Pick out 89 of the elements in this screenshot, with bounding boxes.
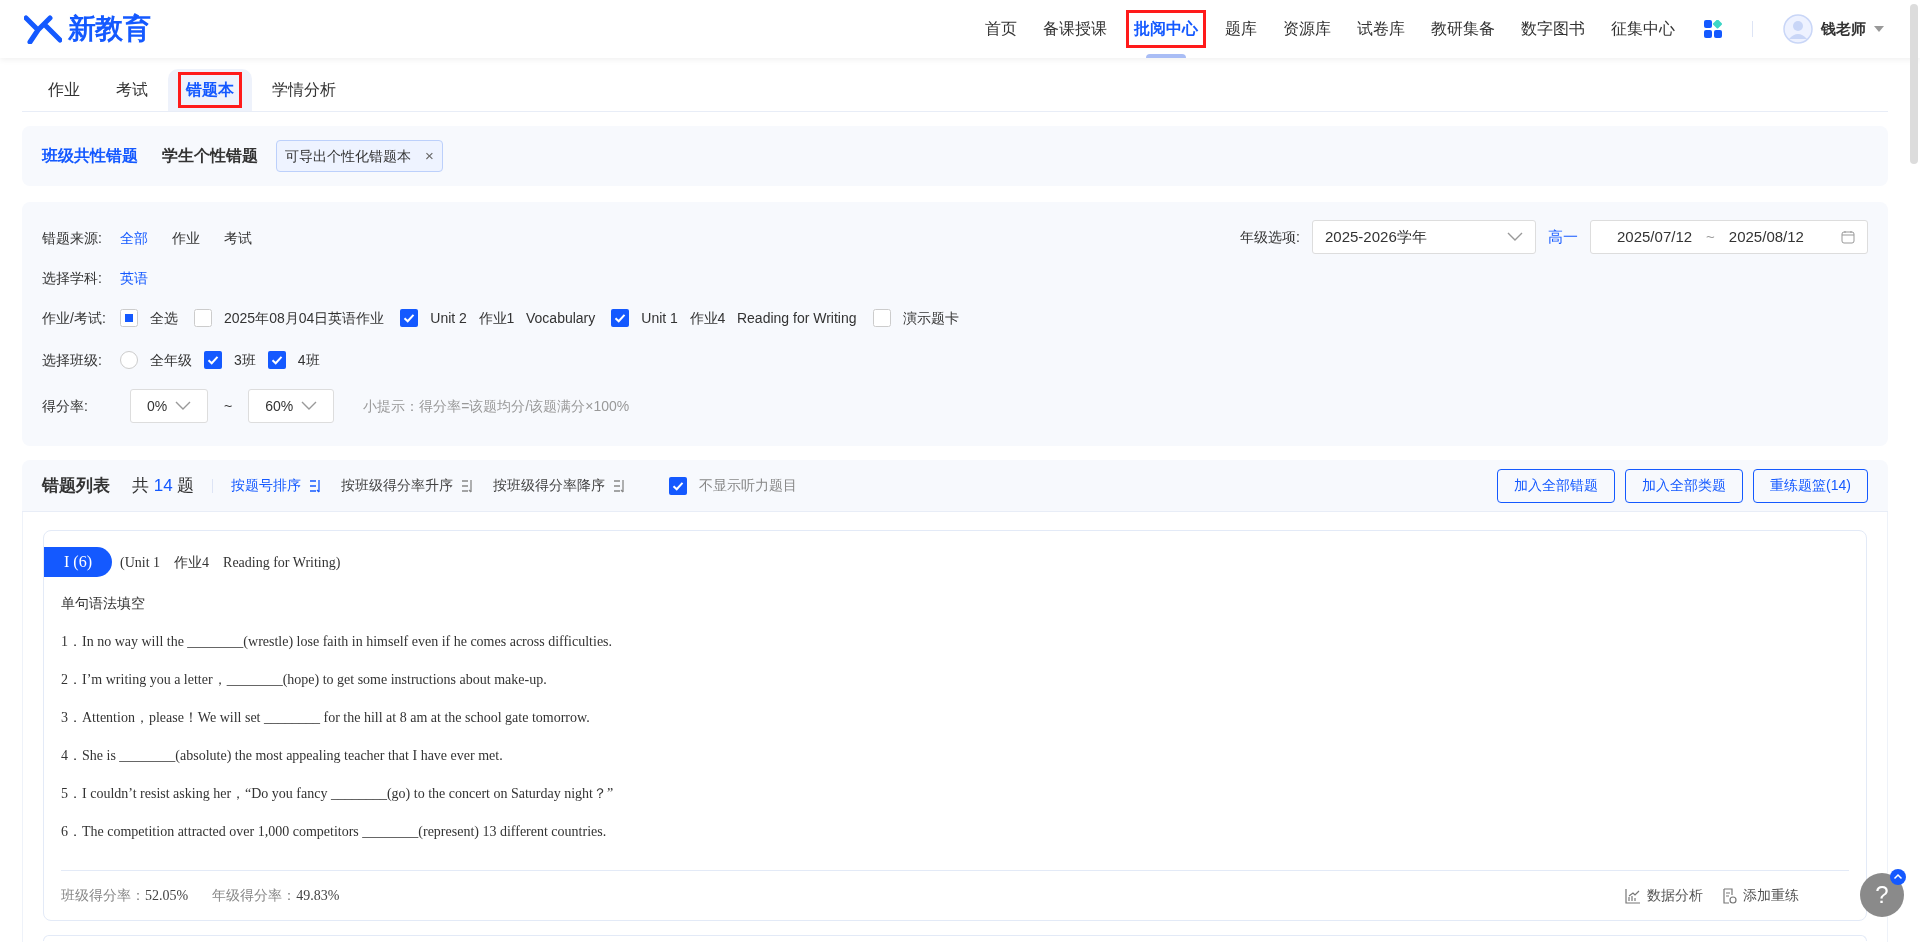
nav-item[interactable]: 教研集备 — [1420, 0, 1506, 58]
filter-label: 作业/考试: — [42, 308, 107, 328]
question-text: 4．She is ________(absolute) the most appealing teacher that I have ever met. — [61, 747, 504, 765]
checkbox[interactable] — [611, 309, 630, 327]
nav-item[interactable]: 备课授课 — [1032, 0, 1118, 58]
logo-text: 新教育 — [68, 15, 150, 43]
checkbox[interactable] — [267, 351, 286, 369]
filter-label: 选择班级: — [42, 350, 103, 370]
checkbox[interactable] — [400, 309, 419, 327]
option-label: 全选 — [150, 308, 178, 328]
close-button[interactable]: × — [425, 144, 434, 168]
filter-option[interactable]: 作业 — [172, 227, 200, 249]
select-field[interactable]: 60% — [248, 389, 335, 423]
action-button[interactable]: 加入全部错题 — [1497, 468, 1616, 503]
question-source: (Unit 1 作业4 Reading for Writing) — [120, 553, 341, 572]
nav-item[interactable]: 数字图书 — [1510, 0, 1596, 58]
mode-tab[interactable]: 班级共性错题 — [42, 144, 138, 168]
question-text: 1．In no way will the ________(wrestle) lose faith in himself even if he comes across difficulties. — [61, 633, 614, 651]
option-label: 不显示听力题目 — [699, 476, 798, 495]
question-text: 5．I couldn’t resist asking her，“Do you fancy ________(go) to the concert on Saturday night？” — [61, 785, 615, 803]
filter-label: 得分率: — [42, 396, 89, 416]
chevron-down-icon — [175, 401, 191, 411]
question-text: 2．I’m writing you a letter，________(hope) to get some instructions about make-up. — [61, 671, 548, 689]
card-action[interactable]: 添加重练 — [1721, 885, 1799, 906]
class-score-rate: 班级得分率：52.05% — [61, 886, 189, 905]
question-type: 单句语法填空 — [61, 594, 146, 613]
action-button[interactable]: 加入全部类题 — [1625, 468, 1744, 503]
chevron-down-icon — [1507, 232, 1523, 242]
option-label: 4班 — [297, 350, 320, 370]
scrollbar-thumb[interactable] — [1910, 4, 1918, 164]
filter-option[interactable]: 全部 — [120, 227, 148, 249]
filter-option[interactable]: 考试 — [224, 227, 252, 249]
nav-item[interactable]: 批阅中心 — [1122, 0, 1210, 58]
apps-icon[interactable] — [1704, 20, 1722, 38]
document-add-icon — [1721, 887, 1737, 904]
select-field[interactable]: 2025-2026学年 — [1312, 220, 1536, 254]
user-name[interactable]: 钱老师 — [1821, 17, 1866, 41]
sort-option[interactable]: 按班级得分率升序 — [341, 475, 474, 496]
option-label: 3班 — [234, 350, 256, 370]
question-count: 共 14 题 — [132, 474, 195, 497]
chevron-up-icon[interactable] — [1890, 869, 1906, 885]
list-title: 错题列表 — [42, 474, 110, 497]
question-badge: I (6) — [44, 547, 112, 577]
caret-icon[interactable] — [1874, 26, 1884, 32]
calendar-icon — [1841, 230, 1855, 244]
tab[interactable]: 错题本 — [168, 69, 252, 111]
card-action[interactable]: 数据分析 — [1625, 885, 1703, 906]
grade-score-rate: 年级得分率：49.83% — [212, 886, 340, 905]
action-button[interactable]: 重练题篮(14) — [1753, 468, 1868, 503]
tab[interactable]: 作业 — [32, 69, 96, 111]
sort-option[interactable]: 按题号排序 — [231, 475, 322, 496]
checkbox[interactable] — [194, 309, 212, 327]
grade-link[interactable]: 高一 — [1548, 220, 1578, 254]
range-separator: ~ — [224, 396, 233, 416]
filter-label: 年级选项: — [1240, 227, 1300, 247]
date-range-field[interactable]: 2025/07/12 ~ 2025/08/12 — [1590, 220, 1868, 254]
mode-tab[interactable]: 学生个性错题 — [162, 144, 258, 168]
sort-icon — [613, 478, 626, 493]
checkbox[interactable] — [204, 351, 222, 369]
option-label: 演示题卡 — [902, 308, 959, 328]
tip-tag: 可导出个性化错题本 × — [276, 140, 443, 172]
filter-option[interactable]: 英语 — [120, 267, 148, 289]
logo-icon — [24, 14, 62, 44]
option-label: 2025年08月04日英语作业 — [224, 308, 385, 328]
checkbox[interactable] — [120, 309, 138, 327]
sort-option[interactable]: 按班级得分率降序 — [493, 475, 626, 496]
hint-text: 小提示：得分率=该题均分/该题满分×100% — [363, 396, 630, 416]
checkbox[interactable] — [872, 309, 891, 327]
nav-item[interactable]: 试卷库 — [1346, 0, 1416, 58]
nav-item[interactable]: 征集中心 — [1600, 0, 1686, 58]
chevron-down-icon — [301, 401, 318, 411]
sort-icon — [461, 478, 474, 493]
tab[interactable]: 考试 — [100, 69, 164, 111]
nav-item[interactable]: 资源库 — [1272, 0, 1342, 58]
sort-icon — [309, 478, 322, 493]
filter-label: 错题来源: — [42, 228, 103, 248]
select-field[interactable]: 0% — [130, 389, 208, 423]
option-label: 全年级 — [150, 350, 192, 370]
option-label: Unit 1 作业4 Reading for Writing — [641, 308, 857, 328]
tab[interactable]: 学情分析 — [256, 69, 352, 111]
question-text: 6．The competition attracted over 1,000 competitors ________(represent) 13 different countries. — [61, 823, 608, 841]
checkbox[interactable] — [669, 476, 688, 495]
question-text: 3．Attention，please！We will set ________ for the hill at 8 am at the school gate tomorrow. — [61, 709, 591, 727]
nav-item[interactable]: 题库 — [1214, 0, 1268, 58]
radio-button[interactable] — [120, 351, 138, 369]
filter-label: 选择学科: — [42, 268, 103, 288]
option-label: Unit 2 作业1 Vocabulary — [430, 308, 596, 328]
chart-icon — [1625, 887, 1641, 904]
nav-item[interactable]: 首页 — [974, 0, 1028, 58]
